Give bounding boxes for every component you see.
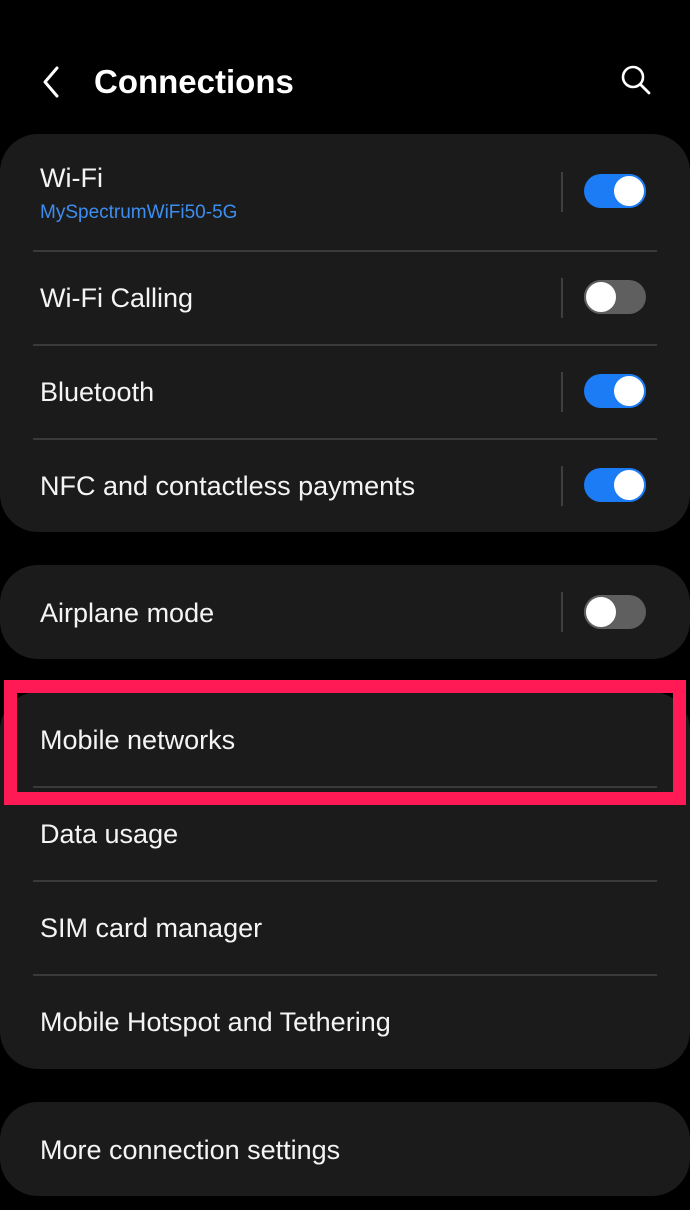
wifi-separator <box>561 172 563 212</box>
mobile-hotspot-label: Mobile Hotspot and Tethering <box>40 1007 391 1037</box>
airplane-mode-label: Airplane mode <box>40 598 215 628</box>
bluetooth-toggle[interactable] <box>584 374 646 408</box>
settings-group-more: More connection settings <box>0 1102 690 1196</box>
wifi-row[interactable]: Wi-Fi MySpectrumWiFi50-5G <box>0 134 690 251</box>
toggle-knob <box>612 468 646 502</box>
nfc-row[interactable]: NFC and contactless payments <box>0 440 690 532</box>
nfc-label: NFC and contactless payments <box>40 471 416 501</box>
more-connection-settings-label: More connection settings <box>40 1135 341 1165</box>
wifi-calling-toggle[interactable] <box>584 280 646 314</box>
bluetooth-label: Bluetooth <box>40 377 155 407</box>
airplane-mode-separator <box>561 592 563 632</box>
airplane-mode-row[interactable]: Airplane mode <box>0 565 690 659</box>
chevron-left-icon <box>43 66 59 98</box>
wifi-toggle[interactable] <box>584 174 646 208</box>
mobile-networks-label: Mobile networks <box>40 725 236 755</box>
search-button[interactable] <box>612 56 660 104</box>
bluetooth-separator <box>561 372 563 412</box>
data-usage-label: Data usage <box>40 819 179 849</box>
wifi-calling-separator <box>561 278 563 318</box>
wifi-calling-label: Wi-Fi Calling <box>40 283 194 313</box>
sim-card-manager-label: SIM card manager <box>40 913 263 943</box>
toggle-knob <box>584 280 618 314</box>
more-connection-settings-row[interactable]: More connection settings <box>0 1102 690 1196</box>
sim-card-manager-row[interactable]: SIM card manager <box>0 882 690 975</box>
wifi-network-name: MySpectrumWiFi50-5G <box>40 202 238 223</box>
page-title: Connections <box>94 63 294 100</box>
toggle-knob <box>612 174 646 208</box>
search-icon <box>621 65 651 95</box>
nfc-toggle[interactable] <box>584 468 646 502</box>
settings-group-airplane: Airplane mode <box>0 565 690 659</box>
wifi-calling-row[interactable]: Wi-Fi Calling <box>0 252 690 345</box>
mobile-networks-row[interactable]: Mobile networks <box>0 692 690 786</box>
wifi-label: Wi-Fi <box>40 163 103 193</box>
back-button[interactable] <box>28 58 76 106</box>
toggle-knob <box>612 374 646 408</box>
toggle-knob <box>584 595 618 629</box>
header-bar: Connections <box>0 0 690 130</box>
bluetooth-row[interactable]: Bluetooth <box>0 346 690 439</box>
settings-group-wireless: Wi-Fi MySpectrumWiFi50-5G Wi-Fi Calling … <box>0 134 690 532</box>
mobile-hotspot-row[interactable]: Mobile Hotspot and Tethering <box>0 976 690 1069</box>
data-usage-row[interactable]: Data usage <box>0 788 690 881</box>
settings-group-mobile: Mobile networks Data usage SIM card mana… <box>0 692 690 1069</box>
nfc-separator <box>561 466 563 506</box>
airplane-mode-toggle[interactable] <box>584 595 646 629</box>
